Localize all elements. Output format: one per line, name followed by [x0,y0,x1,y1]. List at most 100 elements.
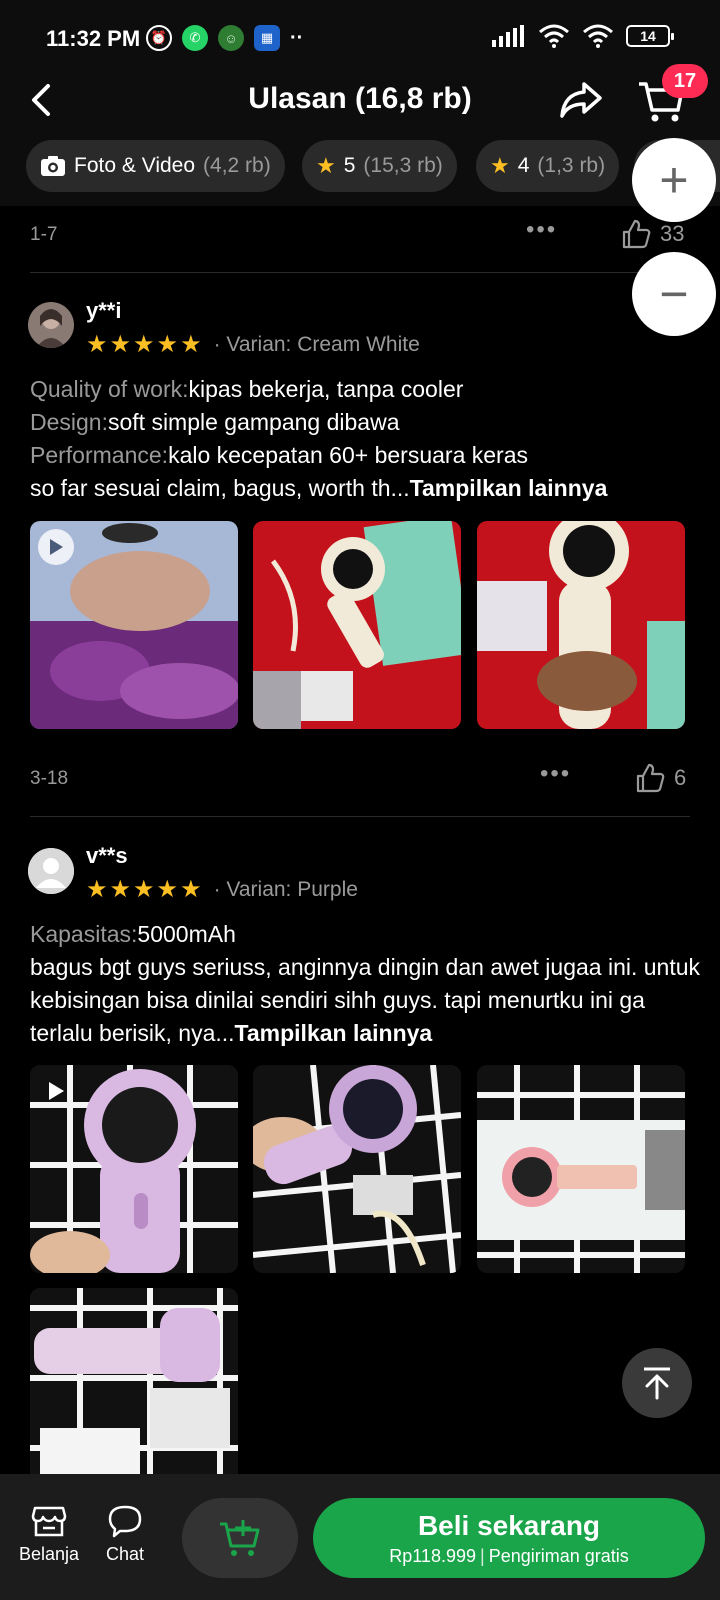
review-body-text: so far sesuai claim, bagus, worth th... [30,475,410,501]
filter-photo-video[interactable]: Foto & Video (4,2 rb) [26,140,285,192]
filter-5-star[interactable]: ★ 5 (15,3 rb) [302,140,457,192]
buy-now-label: Beli sekarang [417,1509,601,1541]
filter-label: Foto & Video [74,154,196,177]
more-options-icon[interactable]: ••• [526,216,557,244]
filter-row: Foto & Video (4,2 rb) ★ 5 (15,3 rb) ★ 4 … [0,138,720,206]
status-time: 11:32 PM [46,26,141,51]
review-line: Performance:kalo kecepatan 60+ bersuara … [30,439,702,472]
page-title: Ulasan (16,8 rb) [248,82,472,115]
zoom-in-button[interactable]: + [632,138,716,222]
review-photo[interactable] [477,1065,685,1273]
buy-now-button[interactable]: Beli sekarang Rp118.999 | Pengiriman grati… [313,1498,705,1578]
review-photo[interactable] [477,521,685,729]
bottom-action-bar: Belanja Chat Beli sekarang Rp118.999 | Pen… [0,1474,720,1600]
review-value: 5000mAh [137,921,236,947]
review-meta: 3-18 ••• 6 [30,760,690,802]
notification-icons: ⏰ ✆ ☺ ▦ ·· [146,25,303,51]
share-button[interactable] [556,76,604,124]
filter-4-star[interactable]: ★ 4 (1,3 rb) [476,140,620,192]
signal-icon [492,25,524,47]
review-photo[interactable] [30,1288,238,1478]
like-count: 6 [674,765,687,790]
wifi-icon-2 [583,24,613,48]
review-value: kalo kecepatan 60+ bersuara keras [168,442,528,468]
variant-label: · Varian: Purple [213,877,358,901]
review-key: Quality of work: [30,376,189,402]
chat-label: Chat [105,1544,145,1564]
review-body: so far sesuai claim, bagus, worth th...T… [30,472,702,505]
star-icon: ★ [156,331,179,358]
star-icon: ★ [180,331,202,358]
star-icon: ★ [109,331,132,358]
divider [30,272,690,273]
review-date: 1-7 [30,224,58,245]
like-button[interactable]: 6 [634,762,686,794]
star-icon: ★ [156,876,179,903]
header: Ulasan (16,8 rb) [0,62,720,138]
variant-text: Varian: Cream White [226,332,420,356]
like-count: 33 [660,221,685,246]
play-icon [38,529,74,565]
chat-icon [108,1505,142,1538]
rating-row: ★ ★ ★ ★ ★ · Varian: Cream White [86,330,420,359]
star-icon: ★ [86,876,108,903]
review-text: Kapasitas:5000mAh bagus bgt guys seriuss… [30,918,702,1050]
reviewer-name: v**s [86,843,128,868]
review-photo[interactable] [253,1065,461,1273]
review-line: Kapasitas:5000mAh [30,918,702,951]
more-options-icon[interactable]: ••• [540,760,571,788]
status-bar: 11:32 PM ⏰ ✆ ☺ ▦ ·· 14 [0,0,720,62]
filter-count: (15,3 rb) [363,154,443,177]
review-key: Performance: [30,442,169,468]
price: Rp118.999 [389,1545,476,1566]
shipping-label: Pengiriman gratis [488,1545,629,1566]
variant-text: Varian: Purple [226,877,358,901]
more-notifications-icon: ·· [290,26,304,49]
zoom-out-button[interactable]: − [632,252,716,336]
filter-count: (1,3 rb) [537,154,606,177]
chat-button[interactable]: Chat [100,1504,150,1565]
scroll-to-top-button[interactable] [622,1348,692,1418]
show-more-link[interactable]: Tampilkan lainnya [235,1020,433,1046]
camera-icon [41,156,65,176]
rating-row: ★ ★ ★ ★ ★ · Varian: Purple [86,875,358,904]
store-icon [31,1506,67,1537]
add-to-cart-button[interactable] [182,1498,298,1578]
shop-button[interactable]: Belanja [18,1504,80,1565]
filter-label: 5 [343,154,356,177]
review-photo[interactable] [253,521,461,729]
variant-label: · Varian: Cream White [213,332,420,356]
review-key: Kapasitas: [30,921,138,947]
system-icons: 14 [492,24,674,48]
star-icon: ★ [490,153,510,178]
review-key: Design: [30,409,108,435]
star-icon: ★ [133,331,155,358]
wifi-icon [539,24,569,48]
review-video-thumbnail[interactable] [30,1065,238,1273]
avatar[interactable] [28,848,74,894]
play-icon [38,1073,74,1109]
app-notification-icon-2: ▦ [254,25,280,51]
avatar[interactable] [28,302,74,348]
review-line: Design:soft simple gampang dibawa [30,406,702,439]
whatsapp-icon: ✆ [182,25,208,51]
shop-label: Belanja [18,1544,80,1564]
reviewer-name: y**i [86,298,122,323]
review-text: Quality of work:kipas bekerja, tanpa coo… [30,373,702,505]
review-body: bagus bgt guys seriuss, anginnya dingin … [30,951,702,1050]
review-line: Quality of work:kipas bekerja, tanpa coo… [30,373,702,406]
battery-indicator: 14 [626,25,674,47]
like-button[interactable]: 33 [620,218,684,250]
star-icon: ★ [133,876,155,903]
star-icon: ★ [86,331,108,358]
star-icon: ★ [180,876,202,903]
add-cart-icon [220,1520,260,1556]
thumbs-up-icon [622,219,651,249]
cart-count-badge: 17 [662,64,708,98]
arrow-up-icon [644,1367,670,1400]
app-notification-icon: ☺ [218,25,244,51]
show-more-link[interactable]: Tampilkan lainnya [410,475,608,501]
review-video-thumbnail[interactable] [30,521,238,729]
divider [30,816,690,817]
filter-count: (4,2 rb) [203,154,271,177]
